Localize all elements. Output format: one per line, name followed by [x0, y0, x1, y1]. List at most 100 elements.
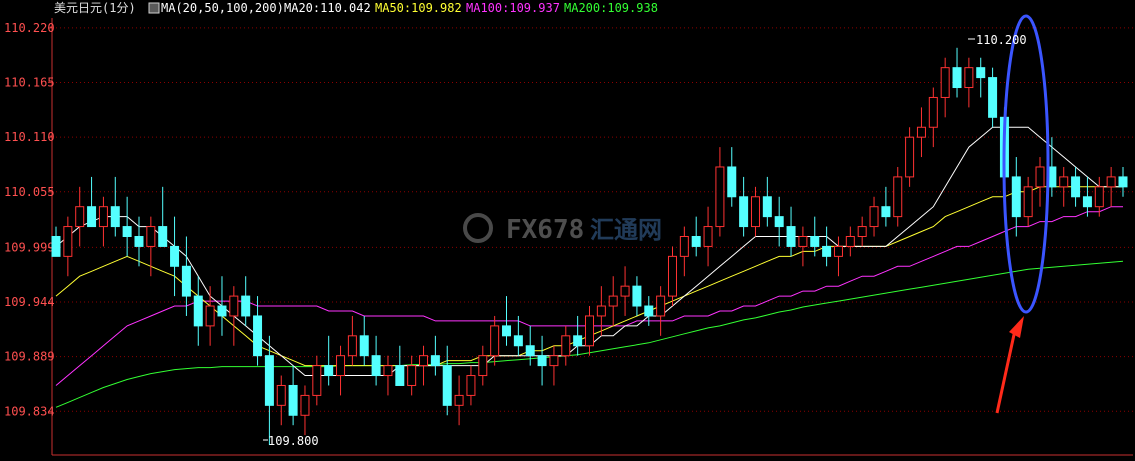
candle-body: [679, 236, 689, 257]
candle-up: [407, 355, 417, 396]
candle-body: [1071, 176, 1081, 198]
candle-down: [158, 186, 168, 247]
candle-down: [371, 335, 381, 386]
candle-down: [217, 276, 227, 336]
candle-body: [1035, 166, 1045, 188]
candle-body: [857, 226, 867, 237]
candle-body: [264, 355, 274, 406]
candle-body: [822, 245, 832, 257]
candle-body: [442, 365, 452, 406]
candle-body: [347, 335, 357, 357]
candle-body: [170, 245, 180, 267]
candle-body: [798, 236, 808, 247]
candle-down: [288, 365, 298, 426]
candle-down: [786, 206, 796, 257]
candle-body: [383, 365, 393, 377]
chart-header: 美元日元(1分) MA(20,50,100,200) MA20:110.042 …: [54, 1, 658, 15]
candle-body: [502, 325, 512, 337]
candle-body: [739, 196, 749, 228]
candle-body: [561, 335, 571, 357]
candle-body: [395, 365, 405, 386]
candle-body: [620, 285, 630, 297]
candle-down: [881, 186, 891, 227]
y-tick-label: 110.220: [4, 21, 55, 35]
y-tick-label: 109.999: [4, 240, 55, 254]
candle-up: [893, 166, 903, 227]
candle-up: [1059, 166, 1069, 207]
candle-up: [964, 57, 974, 108]
candle-up: [454, 375, 464, 426]
candle-up: [928, 87, 938, 148]
candle-body: [727, 166, 737, 198]
candle-down: [952, 47, 962, 98]
ma100-label: MA100:109.937: [466, 1, 560, 15]
candle-up: [383, 355, 393, 396]
candle-body: [1082, 196, 1092, 208]
candle-up: [679, 226, 689, 277]
candle-down: [727, 147, 737, 207]
ma50-label: MA50:109.982: [375, 1, 462, 15]
candle-down: [525, 325, 535, 366]
candle-body: [371, 355, 381, 377]
candle-body: [644, 305, 654, 317]
candle-body: [596, 305, 606, 317]
candle-up: [229, 286, 239, 346]
candle-up: [667, 246, 677, 307]
candle-down: [359, 315, 369, 366]
candle-body: [454, 394, 464, 406]
candle-body: [833, 245, 843, 257]
candle-up: [561, 325, 571, 366]
candle-down: [822, 226, 832, 267]
candle-body: [312, 365, 322, 396]
candle-down: [181, 236, 191, 316]
candle-up: [750, 186, 760, 237]
y-tick-label: 110.055: [4, 185, 55, 199]
candle-up: [466, 365, 476, 406]
candle-body: [667, 255, 677, 297]
symbol-label: 美元日元(1分): [54, 1, 136, 15]
candle-body: [608, 295, 618, 307]
candle-body: [537, 355, 547, 367]
watermark-cn: 汇通网: [590, 216, 662, 244]
candle-body: [905, 136, 915, 178]
candle-up: [845, 226, 855, 257]
candle-down: [395, 345, 405, 386]
candle-up: [63, 216, 73, 277]
candle-up: [419, 345, 429, 386]
candle-body: [419, 355, 429, 367]
arrow-shaft: [995, 329, 1017, 414]
candle-body: [976, 67, 986, 79]
candle-body: [217, 305, 227, 317]
candle-up: [940, 57, 950, 118]
candle-body: [869, 206, 879, 228]
highlight-circle: [1002, 14, 1050, 314]
candle-down: [537, 335, 547, 386]
candle-up: [585, 306, 594, 356]
candle-body: [762, 196, 772, 218]
candle-down: [170, 216, 180, 297]
candle-up: [620, 266, 630, 316]
ma20-label: MA20:110.042: [284, 1, 371, 15]
candle-body: [134, 236, 144, 247]
candle-body: [87, 206, 97, 228]
candle-down: [739, 176, 749, 237]
watermark: FX678 汇通网: [463, 213, 662, 245]
candle-down: [193, 276, 203, 346]
candle-body: [300, 394, 310, 416]
candle-down: [51, 226, 61, 257]
candle-up: [347, 315, 357, 366]
candle-body: [276, 384, 286, 406]
candle-body: [928, 96, 938, 128]
candle-body: [146, 226, 156, 247]
candle-up: [549, 345, 559, 386]
candle-body: [430, 355, 440, 367]
candle-down: [762, 176, 772, 227]
candle-up: [75, 186, 85, 247]
candle-up: [1106, 166, 1116, 207]
ma-settings-icon[interactable]: [148, 2, 160, 14]
candle-body: [940, 67, 950, 98]
candle-down: [976, 57, 986, 98]
candle-body: [1011, 176, 1021, 218]
candle-body: [513, 335, 523, 347]
candle-body: [288, 384, 298, 416]
